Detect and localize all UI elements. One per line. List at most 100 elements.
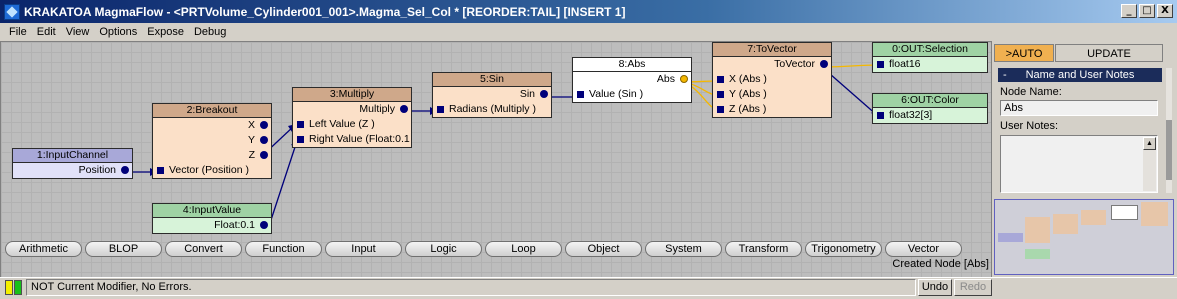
input-socket-row[interactable]: Radians (Multiply ) xyxy=(433,102,551,117)
category-system-button[interactable]: System xyxy=(645,241,722,257)
output-socket-icon[interactable] xyxy=(680,75,688,83)
input-socket-icon[interactable] xyxy=(717,106,724,113)
socket-label: Multiply xyxy=(359,103,395,115)
socket-label: X xyxy=(247,119,255,131)
category-function-button[interactable]: Function xyxy=(245,241,322,257)
collapse-icon[interactable]: - xyxy=(1003,68,1007,82)
node-title: 7:ToVector xyxy=(713,43,831,57)
socket-label: Float:0.1 xyxy=(214,219,255,231)
output-socket-icon[interactable] xyxy=(260,151,268,159)
socket-label: Left Value (Z ) xyxy=(309,118,375,130)
input-socket-icon[interactable] xyxy=(877,61,884,68)
category-convert-button[interactable]: Convert xyxy=(165,241,242,257)
category-input-button[interactable]: Input xyxy=(325,241,402,257)
panel-scrollbar[interactable] xyxy=(1166,68,1172,193)
node-multiply[interactable]: 3:Multiply Multiply Left Value (Z ) Righ… xyxy=(292,87,412,148)
category-blop-button[interactable]: BLOP xyxy=(85,241,162,257)
category-object-button[interactable]: Object xyxy=(565,241,642,257)
category-trigonometry-button[interactable]: Trigonometry xyxy=(805,241,882,257)
tab-auto[interactable]: >AUTO xyxy=(994,44,1054,62)
menu-view[interactable]: View xyxy=(61,26,95,38)
node-breakout[interactable]: 2:Breakout X Y Z Vector (Position ) xyxy=(152,103,272,179)
menu-file[interactable]: File xyxy=(4,26,32,38)
input-socket-row[interactable]: Left Value (Z ) xyxy=(293,117,411,132)
undo-button[interactable]: Undo xyxy=(918,279,952,296)
properties-panel: >AUTO UPDATE - Name and User Notes Node … xyxy=(993,41,1177,296)
input-socket-icon[interactable] xyxy=(577,91,584,98)
output-socket-row[interactable]: Multiply xyxy=(293,102,411,117)
node-to-vector[interactable]: 7:ToVector ToVector X (Abs ) Y (Abs ) Z … xyxy=(712,42,832,118)
panel-scroll-thumb[interactable] xyxy=(1166,120,1172,180)
rollout-header[interactable]: - Name and User Notes xyxy=(998,68,1162,82)
input-socket-icon[interactable] xyxy=(157,167,164,174)
input-socket-row[interactable]: Value (Sin ) xyxy=(573,87,691,102)
menu-edit[interactable]: Edit xyxy=(32,26,61,38)
input-socket-row[interactable]: float32[3] xyxy=(873,108,987,123)
output-socket-row[interactable]: Position xyxy=(13,163,132,178)
output-socket-icon[interactable] xyxy=(121,166,129,174)
menu-debug[interactable]: Debug xyxy=(189,26,231,38)
socket-label: Abs xyxy=(656,73,675,85)
scroll-up-icon[interactable]: ▲ xyxy=(1143,137,1156,150)
node-input-value[interactable]: 4:InputValue Float:0.1 xyxy=(152,203,272,234)
node-sin[interactable]: 5:Sin Sin Radians (Multiply ) xyxy=(432,72,552,118)
minimize-button[interactable]: _ xyxy=(1121,4,1137,18)
socket-label: Sin xyxy=(519,88,535,100)
input-socket-row[interactable]: X (Abs ) xyxy=(713,72,831,87)
category-loop-button[interactable]: Loop xyxy=(485,241,562,257)
output-socket-icon[interactable] xyxy=(540,90,548,98)
status-indicator-green xyxy=(14,280,22,295)
input-socket-row[interactable]: Vector (Position ) xyxy=(153,163,271,178)
node-title: 8:Abs xyxy=(573,58,691,72)
menu-options[interactable]: Options xyxy=(94,26,142,38)
user-notes-field[interactable]: ▲ xyxy=(1000,135,1158,193)
input-socket-row[interactable]: Z (Abs ) xyxy=(713,102,831,117)
node-out-color[interactable]: 6:OUT:Color float32[3] xyxy=(872,93,988,124)
input-socket-row[interactable]: Right Value (Float:0.1 xyxy=(293,132,411,147)
status-bar: NOT Current Modifier, No Errors. Undo Re… xyxy=(0,277,1177,299)
output-socket-row[interactable]: Sin xyxy=(433,87,551,102)
input-socket-icon[interactable] xyxy=(717,76,724,83)
output-socket-icon[interactable] xyxy=(260,136,268,144)
title-bar: KRAKATOA MagmaFlow - <PRTVolume_Cylinder… xyxy=(0,0,1177,23)
node-title: 2:Breakout xyxy=(153,104,271,118)
output-socket-row[interactable]: Float:0.1 xyxy=(153,218,271,233)
minimap-node xyxy=(1025,249,1050,259)
node-canvas[interactable]: 1:InputChannel Position 2:Breakout X Y Z… xyxy=(0,41,992,296)
output-socket-row[interactable]: X xyxy=(153,118,271,133)
maximize-button[interactable]: □ xyxy=(1139,4,1155,18)
category-arithmetic-button[interactable]: Arithmetic xyxy=(5,241,82,257)
close-button[interactable]: X xyxy=(1157,4,1173,18)
output-socket-icon[interactable] xyxy=(260,121,268,129)
output-socket-icon[interactable] xyxy=(820,60,828,68)
minimap-node xyxy=(1053,214,1078,234)
node-name-field[interactable]: Abs xyxy=(1000,100,1158,116)
category-logic-button[interactable]: Logic xyxy=(405,241,482,257)
user-notes-label: User Notes: xyxy=(1000,120,1059,132)
output-socket-row[interactable]: Y xyxy=(153,133,271,148)
input-socket-icon[interactable] xyxy=(297,121,304,128)
output-socket-icon[interactable] xyxy=(400,105,408,113)
node-out-selection[interactable]: 0:OUT:Selection float16 xyxy=(872,42,988,73)
input-socket-row[interactable]: float16 xyxy=(873,57,987,72)
menu-expose[interactable]: Expose xyxy=(142,26,189,38)
node-abs[interactable]: 8:Abs Abs Value (Sin ) xyxy=(572,57,692,103)
input-socket-row[interactable]: Y (Abs ) xyxy=(713,87,831,102)
category-vector-button[interactable]: Vector xyxy=(885,241,962,257)
notes-scrollbar[interactable]: ▲ xyxy=(1143,137,1156,191)
output-socket-row[interactable]: ToVector xyxy=(713,57,831,72)
minimap[interactable] xyxy=(994,199,1174,275)
input-socket-icon[interactable] xyxy=(717,91,724,98)
output-socket-row[interactable]: Z xyxy=(153,148,271,163)
input-socket-icon[interactable] xyxy=(297,136,304,143)
redo-button[interactable]: Redo xyxy=(954,279,992,296)
output-socket-row[interactable]: Abs xyxy=(573,72,691,87)
input-socket-icon[interactable] xyxy=(437,106,444,113)
input-socket-icon[interactable] xyxy=(877,112,884,119)
node-input-channel[interactable]: 1:InputChannel Position xyxy=(12,148,133,179)
output-socket-icon[interactable] xyxy=(260,221,268,229)
node-title: 6:OUT:Color xyxy=(873,94,987,108)
tab-update[interactable]: UPDATE xyxy=(1055,44,1163,62)
rollout-title: Name and User Notes xyxy=(1025,69,1135,81)
category-transform-button[interactable]: Transform xyxy=(725,241,802,257)
